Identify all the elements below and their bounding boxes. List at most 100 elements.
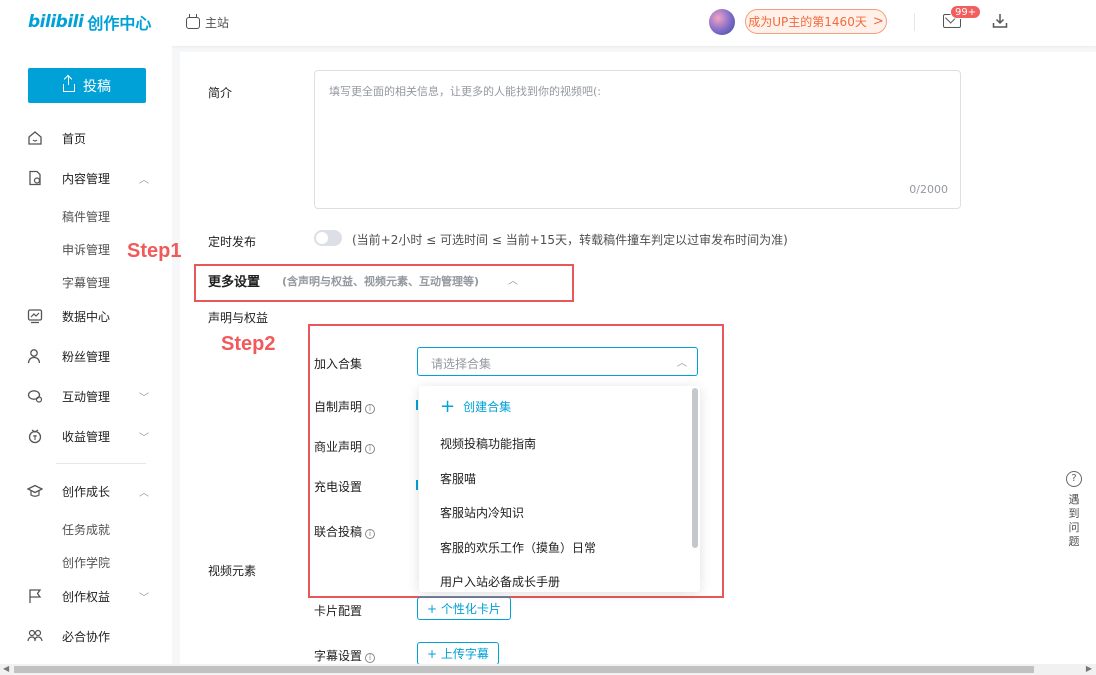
chevron-up-icon: ︿ — [139, 487, 149, 499]
self-made-label: 自制声明 i — [314, 398, 376, 415]
sidebar-item-label: 互动管理 — [62, 389, 111, 404]
create-collection-option[interactable]: + 创建合集 — [440, 395, 512, 417]
info-icon[interactable]: i — [365, 444, 376, 454]
money-icon — [28, 429, 42, 444]
dropdown-option[interactable]: 客服站内冷知识 — [440, 504, 524, 521]
scrollbar-thumb[interactable] — [14, 666, 1034, 673]
upload-label: 投稿 — [83, 78, 111, 95]
collection-label: 加入合集 — [314, 357, 363, 371]
sidebar-item-revenue[interactable]: 收益管理 ﹀ — [0, 424, 172, 448]
document-icon — [29, 170, 41, 186]
upload-icon — [63, 75, 75, 92]
logo-brand: bilibili — [28, 12, 84, 32]
chevron-up-icon: ︿ — [677, 358, 687, 369]
chevron-down-icon: ﹀ — [139, 432, 149, 444]
sidebar-item-home[interactable]: 首页 — [0, 126, 172, 150]
divider — [56, 463, 146, 464]
home-link[interactable]: 主站 — [186, 14, 229, 31]
charge-label: 充电设置 — [314, 480, 363, 494]
card-config-label: 卡片配置 — [314, 604, 363, 618]
dropdown-option[interactable]: 用户入站必备成长手册 — [440, 573, 560, 590]
joint-text: 联合投稿 — [314, 525, 363, 539]
chevron-down-icon: ﹀ — [139, 592, 149, 604]
up-days-text: 成为UP主的第1460天 — [748, 15, 867, 29]
intro-char-count: 0/2000 — [909, 183, 948, 196]
dropdown-scrollbar[interactable] — [692, 388, 698, 548]
sidebar-item-label: 创作成长 — [62, 484, 111, 499]
flag-icon — [29, 589, 42, 603]
sidebar-item-content[interactable]: 内容管理 ︿ — [0, 166, 172, 190]
rights-section-label: 声明与权益 — [208, 311, 269, 325]
collection-select[interactable]: 请选择合集 ︿ — [417, 347, 698, 376]
user-icon — [27, 349, 41, 364]
chart-icon — [27, 309, 43, 324]
download-icon[interactable] — [991, 12, 1009, 30]
logo[interactable]: bilibili 创作中心 — [28, 9, 151, 35]
dropdown-option[interactable]: 客服的欢乐工作（摸鱼）日常 — [440, 539, 596, 556]
schedule-note: (当前+2小时 ≤ 可选时间 ≤ 当前+15天，转载稿件撞车判定以过审发布时间为… — [352, 233, 788, 247]
personalized-card-button[interactable]: + 个性化卡片 — [417, 597, 511, 620]
chevron-up-icon[interactable]: ︿ — [508, 272, 518, 287]
charge-control[interactable] — [416, 480, 418, 490]
sidebar-subitem-appeals[interactable]: 申诉管理 — [62, 241, 110, 258]
chevron-down-icon: ﹀ — [139, 392, 149, 404]
subtitle-settings-label: 字幕设置 i — [314, 647, 376, 664]
mail-badge: 99+ — [950, 5, 982, 19]
tv-icon — [186, 16, 200, 29]
step2-annotation: Step2 — [221, 333, 276, 355]
intro-textarea[interactable]: 填写更全面的相关信息，让更多的人能找到你的视频吧(: 0/2000 — [314, 70, 961, 209]
sidebar: 投稿 首页 内容管理 ︿ 稿件管理 申诉管理 字幕管理 数据中心 粉丝管理 互动… — [0, 46, 172, 664]
commercial-text: 商业声明 — [314, 440, 363, 454]
sidebar-item-label: 数据中心 — [62, 309, 111, 324]
chat-icon — [27, 390, 43, 403]
chevron-right-icon: > — [872, 14, 884, 29]
sidebar-subitem-tasks[interactable]: 任务成就 — [62, 521, 110, 538]
sidebar-item-label: 首页 — [62, 131, 87, 146]
more-settings-title[interactable]: 更多设置 — [208, 271, 260, 290]
sidebar-item-label: 内容管理 — [62, 171, 111, 186]
intro-placeholder: 填写更全面的相关信息，让更多的人能找到你的视频吧(: — [329, 85, 601, 98]
help-widget[interactable]: ? 遇到问题 — [1064, 471, 1084, 549]
sidebar-subitem-manuscripts[interactable]: 稿件管理 — [62, 208, 110, 225]
sidebar-item-label: 收益管理 — [62, 429, 111, 444]
sidebar-item-fans[interactable]: 粉丝管理 — [0, 344, 172, 368]
self-made-control[interactable] — [416, 400, 418, 410]
people-icon — [27, 629, 43, 642]
upload-subtitle-button[interactable]: + 上传字幕 — [417, 642, 499, 665]
schedule-toggle[interactable] — [314, 230, 342, 246]
sidebar-subitem-subtitles[interactable]: 字幕管理 — [62, 274, 110, 291]
avatar[interactable] — [709, 9, 735, 35]
graduation-icon — [27, 484, 43, 497]
sidebar-item-data[interactable]: 数据中心 — [0, 304, 172, 328]
dropdown-option[interactable]: 视频投稿功能指南 — [440, 435, 536, 452]
info-icon[interactable]: i — [365, 653, 376, 663]
horizontal-scrollbar[interactable]: ◀ ▶ — [0, 664, 1096, 675]
info-icon[interactable]: i — [365, 529, 376, 539]
video-elements-label: 视频元素 — [208, 564, 257, 578]
home-icon — [28, 131, 42, 145]
upload-button[interactable]: 投稿 — [28, 68, 146, 103]
sidebar-item-rights[interactable]: 创作权益 ﹀ — [0, 584, 172, 608]
chevron-up-icon: ︿ — [139, 174, 149, 186]
top-bar: bilibili 创作中心 主站 成为UP主的第1460天 > 99+ — [0, 0, 1096, 46]
sidebar-item-collab[interactable]: 必合协作 — [0, 624, 172, 648]
collection-placeholder: 请选择合集 — [431, 357, 492, 371]
sidebar-item-label: 创作权益 — [62, 589, 111, 604]
collection-dropdown: + 创建合集 视频投稿功能指南 客服喵 客服站内冷知识 客服的欢乐工作（摸鱼）日… — [419, 386, 700, 592]
sidebar-item-interaction[interactable]: 互动管理 ﹀ — [0, 384, 172, 408]
scroll-left-icon[interactable]: ◀ — [3, 664, 9, 673]
plus-icon: + — [440, 395, 456, 417]
schedule-label: 定时发布 — [208, 235, 257, 249]
sidebar-subitem-academy[interactable]: 创作学院 — [62, 554, 110, 571]
scroll-right-icon[interactable]: ▶ — [1086, 664, 1092, 673]
intro-label: 简介 — [208, 86, 233, 100]
sidebar-item-label: 必合协作 — [62, 629, 111, 644]
info-icon[interactable]: i — [365, 404, 376, 414]
dropdown-option[interactable]: 客服喵 — [440, 470, 476, 487]
self-made-text: 自制声明 — [314, 400, 363, 414]
create-collection-label: 创建合集 — [463, 400, 512, 414]
home-link-label: 主站 — [205, 16, 230, 30]
help-label: 遇到问题 — [1068, 493, 1080, 548]
sidebar-item-growth[interactable]: 创作成长 ︿ — [0, 479, 172, 503]
up-days-pill[interactable]: 成为UP主的第1460天 > — [745, 9, 887, 34]
